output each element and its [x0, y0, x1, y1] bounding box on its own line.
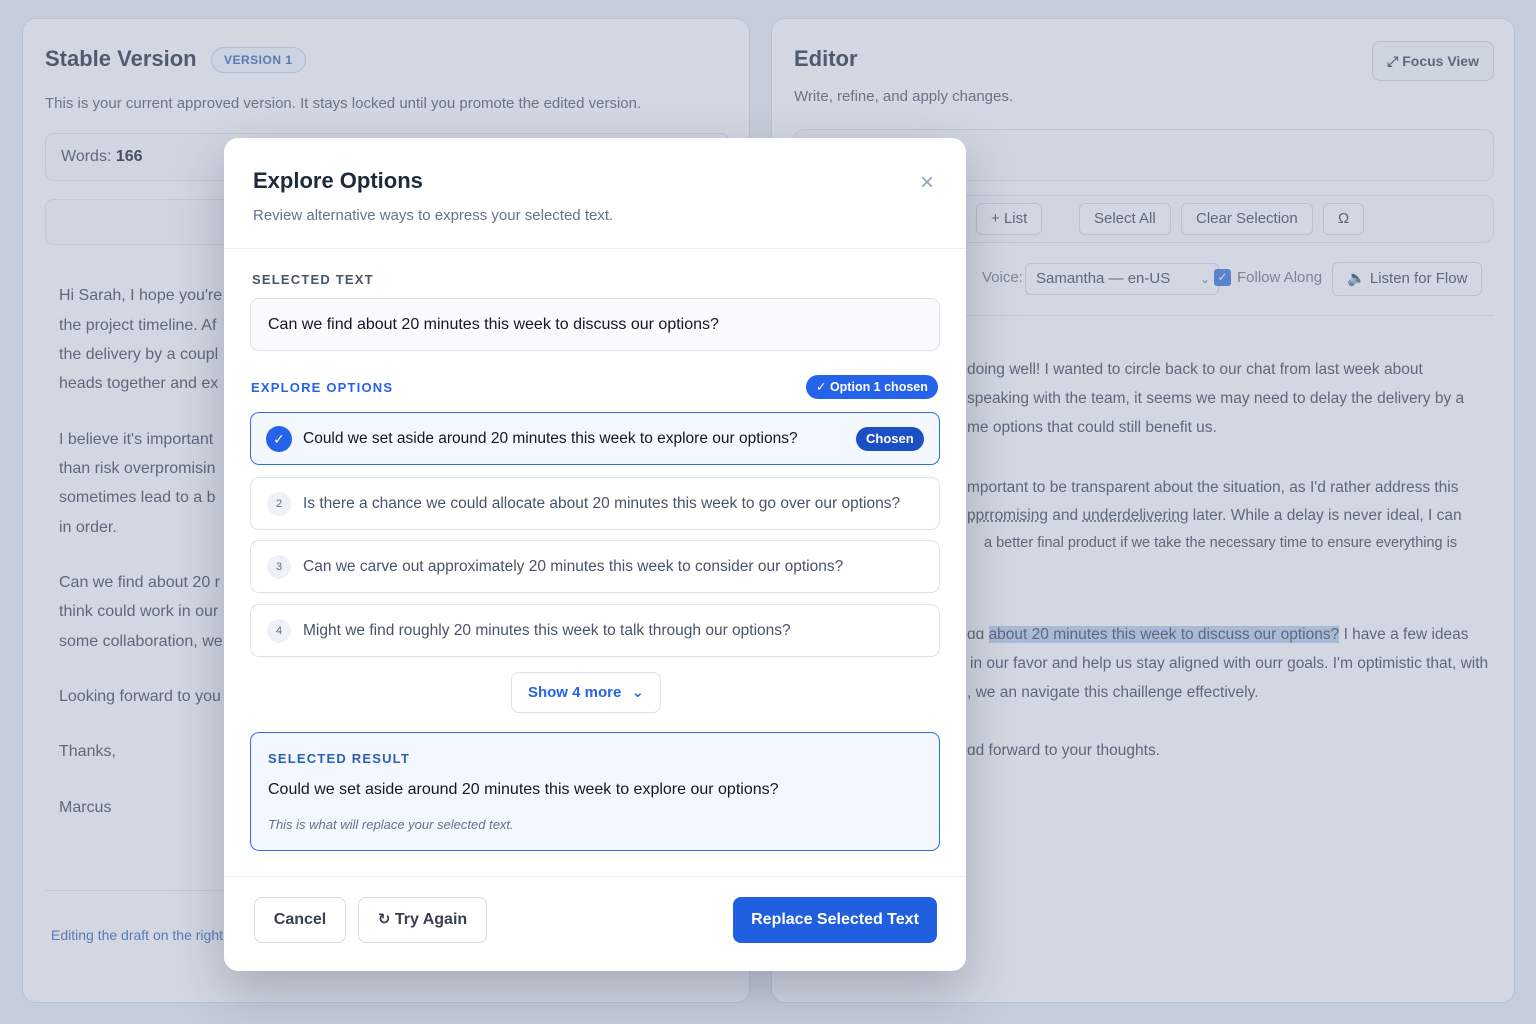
show-more-label: Show 4 more [527, 684, 622, 701]
explore-options-dialog: Explore Options Review alternative ways … [224, 138, 966, 971]
option-text: Might we find roughly 20 minutes this we… [303, 622, 791, 639]
explore-options-label: EXPLORE OPTIONS [251, 380, 394, 395]
replace-selected-text-button[interactable]: Replace Selected Text [733, 897, 937, 943]
cancel-button[interactable]: Cancel [254, 897, 346, 943]
close-icon[interactable]: × [914, 171, 940, 197]
divider [224, 248, 966, 249]
check-icon: ✓ [266, 426, 292, 452]
selected-text-label: SELECTED TEXT [252, 272, 374, 287]
option-text: Could we set aside around 20 minutes thi… [303, 430, 798, 447]
option-number: 3 [267, 555, 291, 579]
option-number: 4 [267, 619, 291, 643]
selected-result-note: This is what will replace your selected … [268, 817, 514, 832]
dialog-title: Explore Options [253, 168, 423, 193]
show-more-button[interactable]: Show 4 more ⌄ [511, 672, 661, 713]
option-item-3[interactable]: 3 Can we carve out approximately 20 minu… [250, 540, 940, 593]
chosen-badge: Chosen [856, 427, 924, 451]
dialog-subtitle: Review alternative ways to express your … [253, 207, 614, 224]
try-again-label: Try Again [394, 911, 468, 928]
selected-result-box: SELECTED RESULT Could we set aside aroun… [250, 732, 940, 851]
option-item-1[interactable]: ✓ Could we set aside around 20 minutes t… [250, 412, 940, 465]
chevron-down-icon: ⌄ [631, 684, 645, 701]
try-again-button[interactable]: ↻ Try Again [358, 897, 487, 943]
option-number: 2 [267, 492, 291, 516]
option-text: Is there a chance we could allocate abou… [303, 495, 901, 512]
option-item-2[interactable]: 2 Is there a chance we could allocate ab… [250, 477, 940, 530]
option-chosen-badge: ✓ Option 1 chosen [806, 375, 938, 399]
selected-result-text: Could we set aside around 20 minutes thi… [268, 781, 779, 798]
divider [224, 876, 966, 877]
option-item-4[interactable]: 4 Might we find roughly 20 minutes this … [250, 604, 940, 657]
refresh-icon: ↻ [377, 911, 391, 928]
option-text: Can we carve out approximately 20 minute… [303, 558, 844, 575]
selected-result-label: SELECTED RESULT [268, 751, 410, 766]
selected-text-box: Can we find about 20 minutes this week t… [250, 298, 940, 351]
